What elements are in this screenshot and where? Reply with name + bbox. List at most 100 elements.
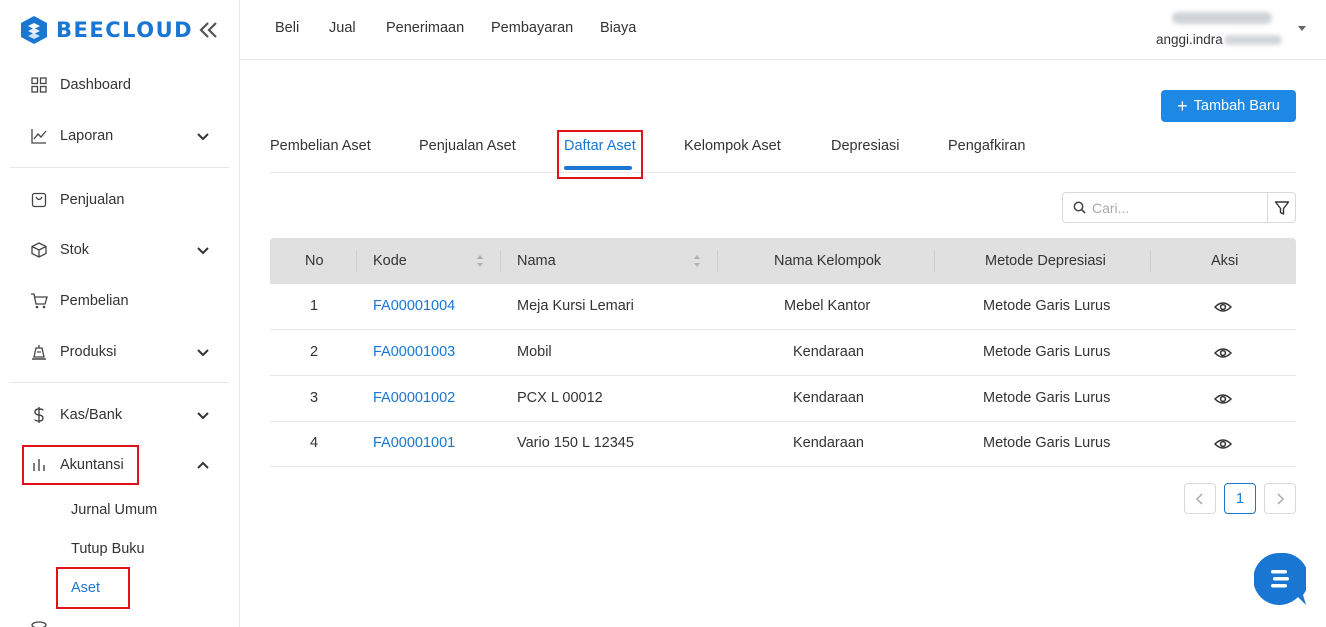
tab-pengafkiran[interactable]: Pengafkiran (948, 138, 1025, 154)
cell-nama: Mobil (517, 344, 552, 360)
chevron-left-icon (1195, 492, 1203, 505)
tab-depresiasi[interactable]: Depresiasi (831, 138, 900, 154)
highlight-box (56, 567, 130, 609)
add-new-button[interactable]: + Tambah Baru (1161, 90, 1296, 122)
table-row: 3 FA00001002 PCX L 00012 Kendaraan Metod… (270, 376, 1296, 422)
chevron-down-icon (197, 247, 209, 255)
cell-no: 1 (310, 298, 319, 314)
user-menu[interactable]: anggi.indra (1156, 10, 1306, 50)
search-icon (1073, 201, 1086, 214)
table-row: 2 FA00001003 Mobil Kendaraan Metode Gari… (270, 330, 1296, 376)
chevron-down-icon (197, 349, 209, 357)
cell-kode-link[interactable]: FA00001003 (373, 344, 455, 360)
cell-metode: Metode Garis Lurus (983, 435, 1111, 451)
topmenu-beli[interactable]: Beli (275, 20, 299, 36)
sidebar-item-label: Kas/Bank (60, 407, 123, 423)
user-email: anggi.indra (1156, 32, 1282, 47)
cell-kode-link[interactable]: FA00001004 (373, 298, 455, 314)
table-row: 4 FA00001001 Vario 150 L 12345 Kendaraan… (270, 421, 1296, 467)
box-icon (30, 241, 48, 259)
sidebar-item-label: Stok (60, 242, 90, 258)
sidebar-item-label: Dashboard (60, 77, 131, 93)
view-eye-icon[interactable] (1214, 300, 1232, 314)
pagination-prev-button[interactable] (1184, 483, 1216, 514)
column-header-aksi: Aksi (1211, 253, 1239, 269)
topmenu-biaya[interactable]: Biaya (600, 20, 636, 36)
view-eye-icon[interactable] (1214, 346, 1232, 360)
cell-kode-link[interactable]: FA00001001 (373, 435, 455, 451)
column-header-no: No (305, 253, 324, 269)
topmenu-jual[interactable]: Jual (329, 20, 356, 36)
dollar-icon (30, 406, 48, 424)
add-new-label: Tambah Baru (1193, 98, 1280, 114)
shopping-bag-icon (30, 191, 48, 209)
factory-icon (30, 343, 48, 361)
view-eye-icon[interactable] (1214, 437, 1232, 451)
sort-icon[interactable] (693, 253, 701, 269)
sidebar-item-label: Penjualan (60, 192, 125, 208)
pagination-page-button[interactable]: 1 (1224, 483, 1256, 514)
cell-metode: Metode Garis Lurus (983, 344, 1111, 360)
sidebar-item-label: Produksi (60, 344, 117, 360)
topmenu-penerimaan[interactable]: Penerimaan (386, 20, 464, 36)
cell-nama: PCX L 00012 (517, 390, 603, 406)
cell-nama: Vario 150 L 12345 (517, 435, 634, 451)
sidebar-item-penjualan[interactable]: Penjualan (0, 180, 240, 220)
search-box (1062, 192, 1268, 223)
column-header-nama-kelompok: Nama Kelompok (774, 253, 882, 269)
chevron-right-icon (1277, 492, 1285, 505)
table-row: 1 FA00001004 Meja Kursi Lemari Mebel Kan… (270, 284, 1296, 330)
sidebar-divider (10, 167, 229, 168)
column-header-kode[interactable]: Kode (373, 253, 407, 269)
database-icon (31, 621, 47, 627)
cell-metode: Metode Garis Lurus (983, 390, 1111, 406)
cell-no: 4 (310, 435, 319, 451)
view-eye-icon[interactable] (1214, 392, 1232, 406)
sidebar-item-produksi[interactable]: Produksi (0, 332, 240, 372)
collapse-sidebar-button[interactable] (196, 18, 220, 42)
table-header: No Kode Nama Nama Kelompok Metode Depres… (270, 238, 1296, 284)
sidebar-subitem-jurnal-umum[interactable]: Jurnal Umum (71, 502, 157, 518)
column-header-nama[interactable]: Nama (517, 253, 556, 269)
grid-icon (30, 76, 48, 94)
sidebar: BEECLOUD Dashboard Laporan Penjualan Sto… (0, 0, 240, 627)
chat-support-icon[interactable] (1254, 553, 1306, 605)
tab-pembelian-aset[interactable]: Pembelian Aset (270, 138, 371, 154)
sidebar-item-label: Pembelian (60, 293, 129, 309)
cell-nama: Meja Kursi Lemari (517, 298, 634, 314)
top-navigation-bar: Beli Jual Penerimaan Pembayaran Biaya an… (240, 0, 1326, 60)
filter-icon (1274, 200, 1289, 215)
highlight-box (22, 445, 139, 485)
sidebar-item-kas-bank[interactable]: Kas/Bank (0, 395, 240, 435)
sidebar-item-laporan[interactable]: Laporan (0, 116, 240, 156)
cell-no: 3 (310, 390, 319, 406)
chevron-down-icon (197, 133, 209, 141)
search-input[interactable] (1092, 199, 1252, 216)
pagination-next-button[interactable] (1264, 483, 1296, 514)
topmenu-pembayaran[interactable]: Pembayaran (491, 20, 573, 36)
sidebar-divider (10, 382, 229, 383)
cell-metode: Metode Garis Lurus (983, 298, 1111, 314)
user-name-redacted (1172, 12, 1272, 24)
tab-penjualan-aset[interactable]: Penjualan Aset (419, 138, 516, 154)
brand-logo[interactable]: BEECLOUD (20, 14, 220, 46)
cell-kelompok: Mebel Kantor (784, 298, 871, 314)
cell-kode-link[interactable]: FA00001002 (373, 390, 455, 406)
tab-kelompok-aset[interactable]: Kelompok Aset (684, 138, 781, 154)
highlight-box (557, 130, 643, 179)
double-chevron-left-icon (199, 22, 217, 38)
sidebar-item-dashboard[interactable]: Dashboard (0, 65, 240, 105)
chevron-up-icon (197, 461, 209, 469)
cell-kelompok: Kendaraan (793, 344, 864, 360)
sidebar-item-stok[interactable]: Stok (0, 230, 240, 270)
sort-icon[interactable] (476, 253, 484, 269)
chevron-down-icon (197, 412, 209, 420)
caret-down-icon (1298, 26, 1306, 31)
sidebar-item-pembelian[interactable]: Pembelian (0, 281, 240, 321)
line-chart-icon (30, 127, 48, 145)
filter-button[interactable] (1267, 192, 1296, 223)
sidebar-subitem-tutup-buku[interactable]: Tutup Buku (71, 541, 145, 557)
cell-kelompok: Kendaraan (793, 435, 864, 451)
cell-kelompok: Kendaraan (793, 390, 864, 406)
column-header-metode-depresiasi: Metode Depresiasi (985, 253, 1106, 269)
